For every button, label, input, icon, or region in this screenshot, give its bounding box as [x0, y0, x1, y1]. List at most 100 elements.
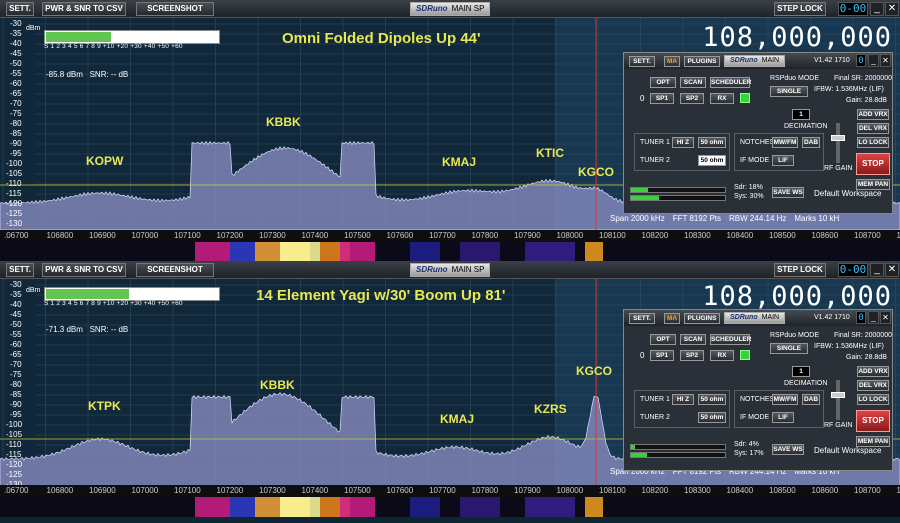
hiz-button[interactable]: HI Z: [672, 394, 694, 405]
main-settings-button[interactable]: SETT.: [629, 56, 655, 67]
scan-button[interactable]: SCAN: [680, 334, 706, 345]
add-vrx-button[interactable]: ADD VRX: [857, 366, 889, 377]
tuner1-50ohm-button[interactable]: 50 ohm: [698, 394, 726, 405]
rx-active-indicator[interactable]: [740, 93, 750, 103]
workspace-name: Default Workspace: [814, 189, 882, 198]
plugins-button[interactable]: PLUGINS: [684, 56, 720, 67]
spectrum-window-bottom: SETT. PWR & SNR TO CSV SCREENSHOT SDRuno…: [0, 261, 900, 523]
rx-button[interactable]: RX: [710, 93, 734, 104]
db-tick-label: -95: [10, 149, 22, 158]
close-button[interactable]: ✕: [885, 263, 899, 277]
sp1-button[interactable]: SP1: [650, 93, 674, 104]
rsp-mode-single-button[interactable]: SINGLE: [770, 86, 808, 97]
scan-button[interactable]: SCAN: [680, 77, 706, 88]
stop-button[interactable]: STOP: [856, 410, 890, 432]
spectrum-display[interactable]: dBm -30 -35 -40 -45 -50 -55 -60 -65 -70 -75 -80 -85…: [0, 279, 900, 491]
mwfm-button[interactable]: MW/FM: [772, 394, 798, 405]
rf-gain-slider[interactable]: [836, 380, 840, 420]
ma-button[interactable]: MA: [664, 313, 680, 324]
vfo-frequency[interactable]: 108,000,000: [702, 22, 892, 53]
rsp-mode-single-button[interactable]: SINGLE: [770, 343, 808, 354]
step-lock-button[interactable]: STEP LOCK: [774, 2, 826, 16]
tuner1-50ohm-button[interactable]: 50 ohm: [698, 137, 726, 148]
waterfall-display[interactable]: [0, 242, 900, 262]
step-lock-button[interactable]: STEP LOCK: [774, 263, 826, 277]
rf-gain-slider-handle[interactable]: [831, 135, 845, 141]
main-close-button[interactable]: ✕: [880, 54, 891, 67]
plugins-button[interactable]: PLUGINS: [684, 313, 720, 324]
tuner1-label: TUNER 1: [640, 396, 670, 403]
sdruno-logo: SDRuno: [730, 314, 758, 321]
tuner2-label: TUNER 2: [640, 414, 670, 421]
db-tick-label: -90: [10, 400, 22, 409]
add-vrx-button[interactable]: ADD VRX: [857, 109, 889, 120]
sp2-button[interactable]: SP2: [680, 93, 704, 104]
spectrum-display[interactable]: dBm -30 -35 -40 -45 -50 -55 -60 -65 -70 -75 -80 -85…: [0, 18, 900, 230]
db-tick-label: -55: [10, 69, 22, 78]
freq-tick-label: 107700: [429, 231, 456, 240]
scheduler-button[interactable]: SCHEDULER: [710, 77, 751, 88]
db-tick-label: -30: [10, 280, 22, 289]
rx-button[interactable]: RX: [710, 350, 734, 361]
station-label: KBBK: [260, 378, 295, 392]
del-vrx-button[interactable]: DEL VRX: [857, 123, 889, 134]
db-tick-label: -60: [10, 340, 22, 349]
rf-gain-slider-handle[interactable]: [831, 392, 845, 398]
db-tick-label: -110: [6, 440, 22, 449]
title-bar: SETT. PWR & SNR TO CSV SCREENSHOT SDRuno…: [0, 261, 900, 279]
settings-button[interactable]: SETT.: [6, 263, 34, 277]
decimation-label: DECIMATION: [784, 123, 828, 130]
stop-button[interactable]: STOP: [856, 153, 890, 175]
main-settings-button[interactable]: SETT.: [629, 313, 655, 324]
rf-gain-slider[interactable]: [836, 123, 840, 163]
sp2-button[interactable]: SP2: [680, 350, 704, 361]
opt-button[interactable]: OPT: [650, 77, 676, 88]
main-minimize-button[interactable]: _: [868, 311, 879, 324]
tuner2-50ohm-button[interactable]: 50 ohm: [698, 155, 726, 166]
rx-active-indicator[interactable]: [740, 350, 750, 360]
title-bar: SETT. PWR & SNR TO CSV SCREENSHOT SDRuno…: [0, 0, 900, 18]
close-button[interactable]: ✕: [885, 2, 899, 16]
ma-button[interactable]: MA: [664, 56, 680, 67]
dab-button[interactable]: DAB: [802, 137, 820, 148]
freq-tick-label: 108000: [556, 486, 584, 495]
lo-lock-button[interactable]: LO LOCK: [857, 394, 889, 405]
scheduler-button[interactable]: SCHEDULER: [710, 334, 751, 345]
settings-button[interactable]: SETT.: [6, 2, 34, 16]
minimize-button[interactable]: _: [870, 263, 884, 277]
del-vrx-button[interactable]: DEL VRX: [857, 380, 889, 391]
pwr-snr-csv-button[interactable]: PWR & SNR TO CSV: [42, 263, 126, 277]
minimize-button[interactable]: _: [870, 2, 884, 16]
mwfm-button[interactable]: MW/FM: [772, 137, 798, 148]
db-tick-label: -40: [10, 39, 22, 48]
vfo-frequency[interactable]: 108,000,000: [702, 281, 892, 312]
dab-button[interactable]: DAB: [802, 394, 820, 405]
lo-lock-button[interactable]: LO LOCK: [857, 137, 889, 148]
lif-button[interactable]: LIF: [772, 412, 794, 423]
version-label: V1.42 1710: [814, 57, 850, 64]
hiz-button[interactable]: HI Z: [672, 137, 694, 148]
sp1-button[interactable]: SP1: [650, 350, 674, 361]
opt-button[interactable]: OPT: [650, 334, 676, 345]
db-tick-label: -120: [6, 199, 23, 208]
main-close-button[interactable]: ✕: [880, 311, 891, 324]
tuner2-50ohm-button[interactable]: 50 ohm: [698, 412, 726, 423]
freq-tick-label: 108000: [556, 231, 584, 240]
signal-meter: [44, 30, 220, 44]
waterfall-display[interactable]: [0, 497, 900, 517]
freq-tick-label: 107600: [386, 486, 414, 495]
screenshot-button[interactable]: SCREENSHOT: [136, 2, 214, 16]
signal-meter-scale: S 1 2 3 4 5 6 7 8 9 +10 +20 +30 +40 +50 …: [44, 43, 183, 50]
save-ws-button[interactable]: SAVE WS: [772, 187, 804, 198]
decimation-value[interactable]: 1: [792, 366, 810, 377]
decimation-value[interactable]: 1: [792, 109, 810, 120]
db-tick-label: -65: [10, 350, 22, 359]
save-ws-button[interactable]: SAVE WS: [772, 444, 804, 455]
lif-button[interactable]: LIF: [772, 155, 794, 166]
pwr-snr-csv-button[interactable]: PWR & SNR TO CSV: [42, 2, 126, 16]
sys-load-fill: [631, 196, 660, 200]
freq-tick-label: 108800: [896, 486, 900, 495]
screenshot-button[interactable]: SCREENSHOT: [136, 263, 214, 277]
frequency-axis: .06700 106800 106900 107000 107100 107200 1073…: [0, 230, 900, 242]
main-minimize-button[interactable]: _: [868, 54, 879, 67]
